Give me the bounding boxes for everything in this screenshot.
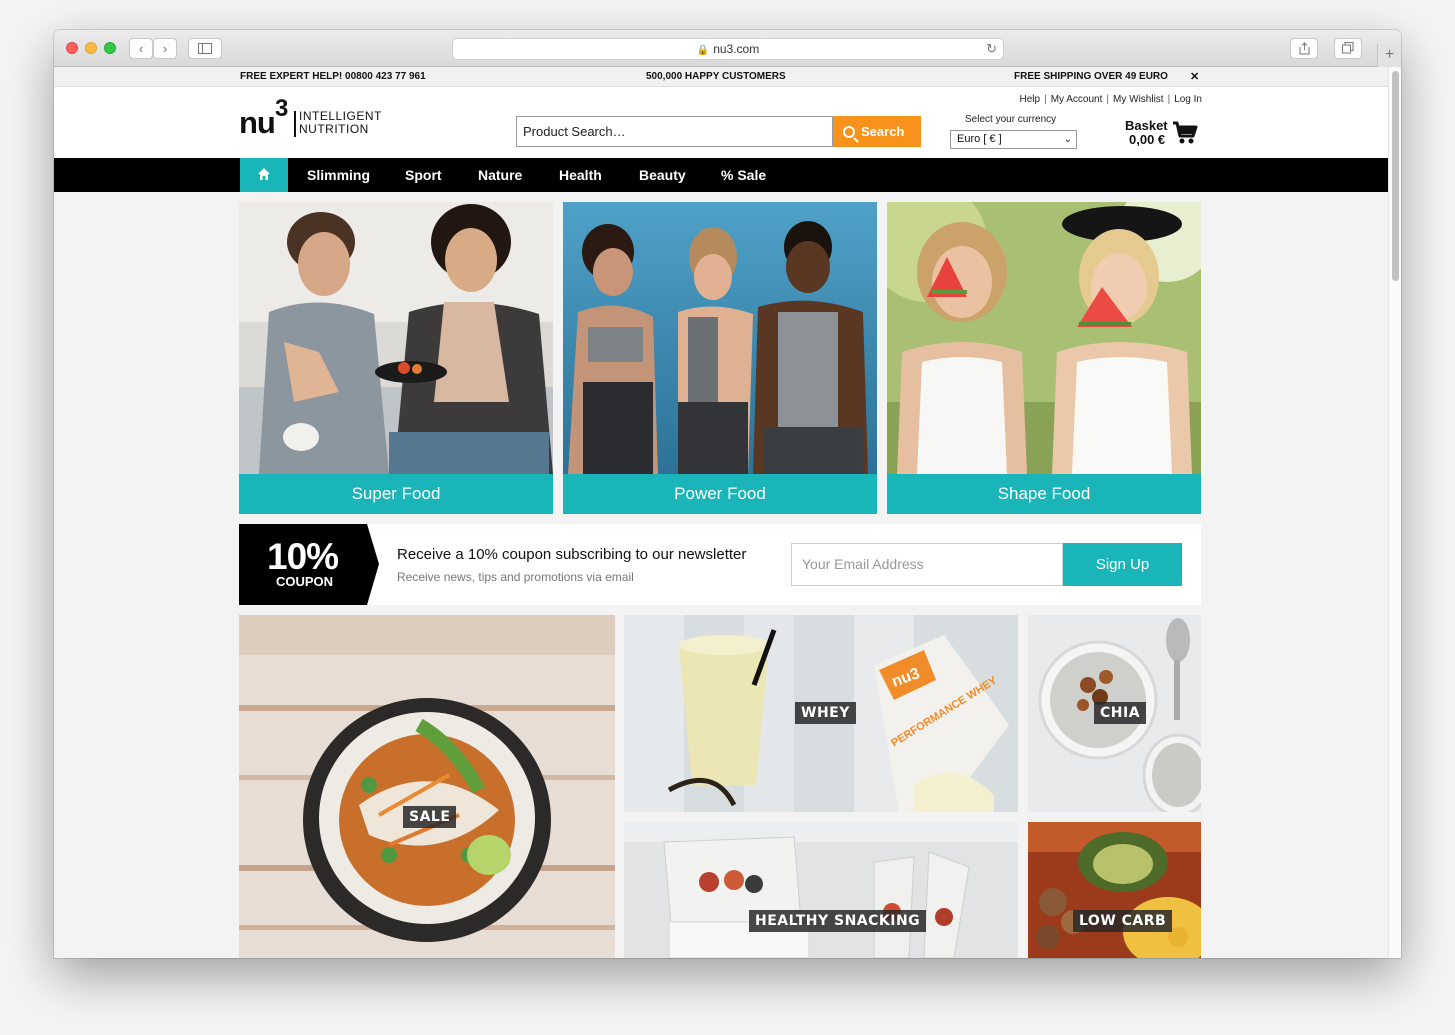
category-tag: CHIA xyxy=(1094,702,1147,724)
coupon-text: COUPON xyxy=(276,574,334,589)
category-healthy-snacking[interactable]: HEALTHY SNACKING xyxy=(624,822,1018,958)
sign-up-button[interactable]: Sign Up xyxy=(1063,543,1182,586)
currency-select[interactable]: Euro [ € ] ⌄ xyxy=(950,130,1077,149)
nav-item-nature[interactable]: Nature xyxy=(478,158,522,192)
sidebar-button[interactable] xyxy=(188,38,222,59)
main-nav: Slimming Sport Nature Health Beauty % Sa… xyxy=(54,158,1388,192)
currency-label: Select your currency xyxy=(965,114,1057,125)
tile-shape-food[interactable]: Shape Food xyxy=(887,202,1201,514)
scrollbar-thumb[interactable] xyxy=(1392,71,1399,281)
nav-home[interactable] xyxy=(240,158,288,192)
snack-bars-photo xyxy=(624,822,1018,958)
help-link[interactable]: Help xyxy=(1020,94,1041,105)
zoom-window-button[interactable] xyxy=(104,42,116,54)
close-icon[interactable]: ✕ xyxy=(1190,70,1199,83)
category-sale[interactable]: SALE xyxy=(239,615,615,958)
my-account-link[interactable]: My Account xyxy=(1051,94,1103,105)
account-links: Help | My Account | My Wishlist | Log In xyxy=(1019,94,1202,105)
tile-label: Power Food xyxy=(563,474,877,514)
nu3-logo[interactable]: nu 3 INTELLIGENT NUTRITION xyxy=(239,93,389,140)
nav-item-slimming[interactable]: Slimming xyxy=(307,158,370,192)
currency-value: Euro [ € ] xyxy=(957,133,1002,145)
minimize-window-button[interactable] xyxy=(85,42,97,54)
basket-total: 0,00 € xyxy=(1129,132,1166,147)
sidebar-icon xyxy=(198,43,212,54)
category-chia[interactable]: CHIA xyxy=(1028,615,1201,812)
cart-icon[interactable] xyxy=(1172,121,1198,145)
share-button[interactable] xyxy=(1290,38,1318,59)
site-header: nu 3 INTELLIGENT NUTRITION Product Searc… xyxy=(54,87,1388,158)
category-tag: LOW CARB xyxy=(1073,910,1173,932)
tabs-icon xyxy=(1342,42,1354,54)
forward-button[interactable]: › xyxy=(153,38,177,59)
tile-power-food[interactable]: Power Food xyxy=(563,202,877,514)
nav-item-sport[interactable]: Sport xyxy=(405,158,442,192)
category-whey[interactable]: nu3 PERFORMANCE WHEY WHEY xyxy=(624,615,1018,812)
new-tab-button[interactable]: + xyxy=(1377,44,1401,67)
watermelon-friends-photo xyxy=(887,202,1201,474)
search-button[interactable]: Search xyxy=(833,116,921,147)
tile-label: Super Food xyxy=(239,474,553,514)
newsletter-subtitle: Receive news, tips and promotions via em… xyxy=(397,570,634,584)
basket-link[interactable]: Basket 0,00 € xyxy=(1125,119,1168,147)
coupon-percent: 10% xyxy=(267,536,339,577)
category-tag: SALE xyxy=(403,806,457,828)
fitness-group-photo xyxy=(563,202,877,474)
tabs-button[interactable] xyxy=(1334,38,1362,59)
logo-divider xyxy=(294,111,296,137)
tile-super-food[interactable]: Super Food xyxy=(239,202,553,514)
basket-label: Basket xyxy=(1125,118,1168,133)
customers-text: 500,000 HAPPY CUSTOMERS xyxy=(646,71,786,82)
category-tag: WHEY xyxy=(795,702,856,724)
nuts-avocado-photo xyxy=(1028,822,1201,958)
hotline-text: FREE EXPERT HELP! 00800 423 77 961 xyxy=(240,71,426,82)
search-icon xyxy=(843,126,855,138)
lock-icon: 🔒 xyxy=(696,45,710,56)
logo-tagline-line2: NUTRITION xyxy=(299,122,369,136)
nav-item-beauty[interactable]: Beauty xyxy=(639,158,686,192)
category-low-carb[interactable]: LOW CARB xyxy=(1028,822,1201,958)
email-field[interactable]: Your Email Address xyxy=(791,543,1063,586)
back-button[interactable]: ‹ xyxy=(129,38,153,59)
web-page: FREE EXPERT HELP! 00800 423 77 961 500,0… xyxy=(54,67,1401,958)
newsletter-banner: 10% COUPON Receive a 10% coupon subscrib… xyxy=(239,524,1201,605)
share-icon xyxy=(1299,42,1309,55)
browser-window: ‹ › 🔒 nu3.com ↻ + FREE EXPERT HELP! 00800… xyxy=(54,30,1401,958)
search-button-label: Search xyxy=(861,124,905,139)
plus-icon: + xyxy=(1384,46,1395,63)
noodle-bowl-photo xyxy=(239,615,615,958)
couple-eating-photo xyxy=(239,202,553,474)
address-bar[interactable]: 🔒 nu3.com ↻ xyxy=(452,38,1004,60)
scrollbar[interactable] xyxy=(1388,67,1401,958)
product-search-input[interactable]: Product Search… xyxy=(516,116,833,147)
nav-item-health[interactable]: Health xyxy=(559,158,602,192)
reload-icon[interactable]: ↻ xyxy=(986,39,997,59)
my-wishlist-link[interactable]: My Wishlist xyxy=(1113,94,1164,105)
tile-label: Shape Food xyxy=(887,474,1201,514)
shipping-text: FREE SHIPPING OVER 49 EURO xyxy=(1014,71,1168,82)
logo-tagline: INTELLIGENT NUTRITION xyxy=(299,110,382,136)
newsletter-title: Receive a 10% coupon subscribing to our … xyxy=(397,546,747,563)
login-link[interactable]: Log In xyxy=(1174,94,1202,105)
info-bar: FREE EXPERT HELP! 00800 423 77 961 500,0… xyxy=(54,67,1388,87)
chevron-down-icon: ⌄ xyxy=(1063,134,1072,145)
chevron-left-icon: ‹ xyxy=(138,41,144,56)
browser-titlebar: ‹ › 🔒 nu3.com ↻ xyxy=(54,30,1401,67)
logo-3: 3 xyxy=(275,95,289,122)
home-icon xyxy=(258,168,270,180)
category-tag: HEALTHY SNACKING xyxy=(749,910,927,932)
nav-item-sale[interactable]: % Sale xyxy=(721,158,766,192)
url-text: nu3.com xyxy=(713,42,760,56)
chevron-right-icon: › xyxy=(162,41,168,56)
logo-nu: nu xyxy=(239,105,276,140)
close-window-button[interactable] xyxy=(66,42,78,54)
